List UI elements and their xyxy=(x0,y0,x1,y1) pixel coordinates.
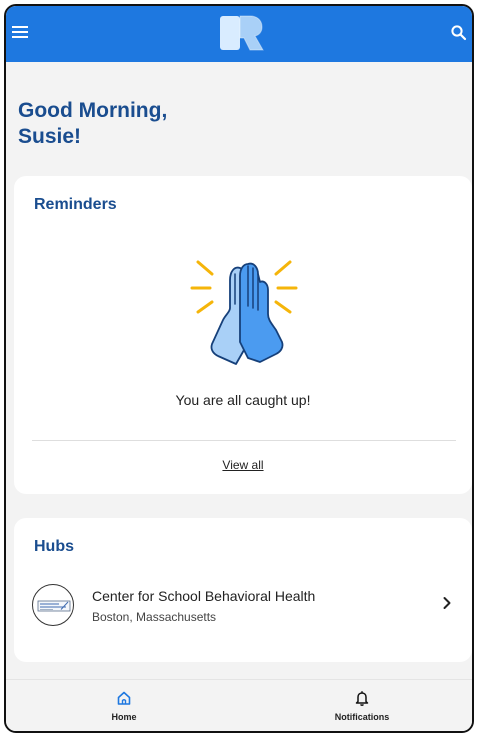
high-five-icon xyxy=(190,260,298,365)
view-all-label[interactable]: View all xyxy=(222,458,263,472)
greeting-heading: Good Morning, Susie! xyxy=(18,99,168,148)
view-all-link[interactable]: View all xyxy=(14,458,472,472)
reminders-title: Reminders xyxy=(34,196,117,213)
search-icon[interactable] xyxy=(450,24,468,42)
hub-logo-icon xyxy=(32,584,74,626)
nav-notifications[interactable]: Notifications xyxy=(302,686,422,730)
hamburger-menu-icon[interactable] xyxy=(12,24,28,40)
app-logo[interactable] xyxy=(220,14,264,52)
bell-icon xyxy=(355,691,369,706)
nav-home-label: Home xyxy=(111,712,137,722)
app-bar xyxy=(6,6,472,62)
hub-name: Center for School Behavioral Health xyxy=(92,588,316,604)
reminders-divider xyxy=(32,440,456,441)
home-content: Good Morning, Susie! Reminders You are a… xyxy=(6,62,472,679)
home-icon xyxy=(117,691,131,705)
hub-location: Boston, Massachusetts xyxy=(92,610,217,624)
hub-list-item[interactable]: Center for School Behavioral Health Bost… xyxy=(14,576,472,636)
hubs-card: Hubs Center for School Behavioral Health… xyxy=(14,518,472,662)
nav-notifications-label: Notifications xyxy=(334,712,390,722)
caught-up-message: You are all caught up! xyxy=(175,392,311,408)
chevron-right-icon[interactable] xyxy=(442,596,452,610)
nav-home[interactable]: Home xyxy=(64,686,184,730)
hubs-title: Hubs xyxy=(34,538,74,555)
bottom-navigation: Home Notifications xyxy=(6,679,472,731)
app-screen: Good Morning, Susie! Reminders You are a… xyxy=(4,4,474,733)
reminders-card: Reminders You are all caught up! View al… xyxy=(14,176,472,494)
